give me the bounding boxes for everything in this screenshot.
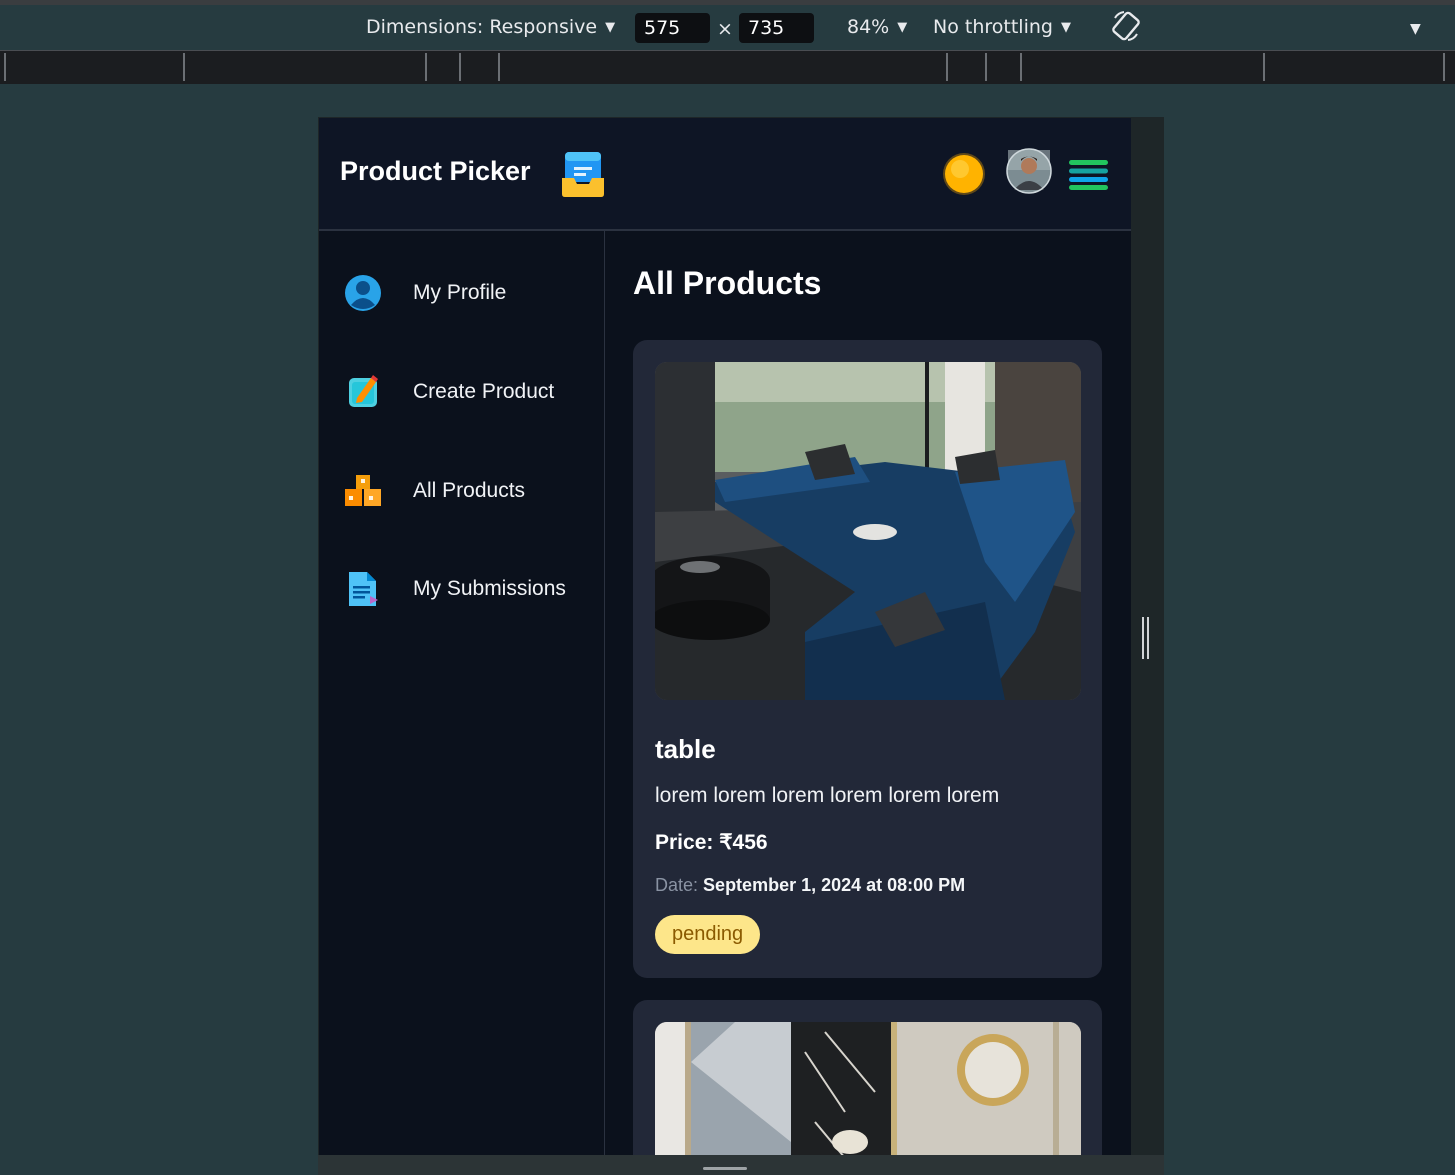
product-card[interactable] <box>633 1000 1102 1156</box>
boxes-icon <box>343 471 383 511</box>
bottom-resize-bar[interactable] <box>318 1155 1164 1175</box>
sidebar-item-create-product[interactable]: Create Product <box>343 368 593 414</box>
sidebar-item-my-submissions[interactable]: My Submissions <box>343 565 593 611</box>
document-icon <box>343 569 383 609</box>
media-query-segment[interactable] <box>1443 53 1445 81</box>
product-image <box>655 362 1081 700</box>
media-query-segment[interactable] <box>459 53 461 81</box>
media-query-segment[interactable] <box>425 53 427 81</box>
sun-icon[interactable] <box>942 152 986 200</box>
inbox-tray-icon <box>561 150 605 202</box>
caret-down-icon: ▼ <box>897 20 908 35</box>
media-query-segment[interactable] <box>4 53 6 81</box>
resize-handle[interactable] <box>1142 617 1149 659</box>
media-query-segment[interactable] <box>1020 53 1022 81</box>
date-value: September 1, 2024 at 08:00 PM <box>703 875 966 895</box>
zoom-label: 84% <box>847 16 890 38</box>
status-badge: pending <box>655 915 761 954</box>
media-query-segment[interactable] <box>946 53 948 81</box>
media-query-segment[interactable] <box>498 53 500 81</box>
height-input[interactable]: 735 <box>739 13 814 43</box>
rotate-icon[interactable] <box>1111 10 1141 47</box>
dimensions-dropdown[interactable]: Dimensions: Responsive ▼ <box>366 16 615 38</box>
throttling-dropdown[interactable]: No throttling ▼ <box>933 16 1071 38</box>
caret-down-icon: ▼ <box>1060 20 1071 35</box>
product-price: Price: ₹456 <box>655 831 768 854</box>
zoom-dropdown[interactable]: 84% ▼ <box>847 16 907 38</box>
media-query-segment[interactable] <box>1263 53 1265 81</box>
product-date: Date: September 1, 2024 at 08:00 PM <box>655 875 965 896</box>
device-frame: Product Picker My Profile Create Product… <box>318 117 1164 1175</box>
devtools-device-toolbar: Dimensions: Responsive ▼ 575 × 735 84% ▼ N… <box>0 5 1455 50</box>
resize-grip[interactable] <box>703 1167 747 1170</box>
page-title: All Products <box>633 265 822 301</box>
navbar: Product Picker <box>319 118 1131 231</box>
product-name: table <box>655 734 716 764</box>
date-label: Date: <box>655 875 699 895</box>
user-avatar[interactable] <box>1006 148 1052 198</box>
user-icon <box>343 273 383 313</box>
memo-pencil-icon <box>343 372 383 412</box>
product-description: lorem lorem lorem lorem lorem lorem <box>655 784 1000 807</box>
sidebar-item-all-products[interactable]: All Products <box>343 467 593 513</box>
times-symbol: × <box>717 18 733 40</box>
sidebar-item-label: All Products <box>413 479 526 502</box>
sidebar-item-label: My Profile <box>413 281 507 304</box>
media-query-segment[interactable] <box>985 53 987 81</box>
media-query-bar[interactable] <box>0 50 1455 84</box>
app-title[interactable]: Product Picker <box>340 156 531 187</box>
dimensions-label: Dimensions: Responsive <box>366 16 598 38</box>
hamburger-menu-icon[interactable] <box>1069 160 1109 194</box>
throttling-label: No throttling <box>933 16 1053 38</box>
page-viewport: Product Picker My Profile Create Product… <box>319 118 1131 1156</box>
sidebar: My Profile Create Product All Products M… <box>319 231 605 1156</box>
media-query-segment[interactable] <box>183 53 185 81</box>
sidebar-item-label: My Submissions <box>413 577 566 600</box>
product-image <box>655 1022 1081 1156</box>
main-content: All Products table lorem lorem lorem lor… <box>605 231 1131 1156</box>
sidebar-item-my-profile[interactable]: My Profile <box>343 269 593 315</box>
product-card[interactable]: table lorem lorem lorem lorem lorem lore… <box>633 340 1102 978</box>
caret-down-icon: ▼ <box>605 20 616 35</box>
width-input[interactable]: 575 <box>635 13 710 43</box>
sidebar-item-label: Create Product <box>413 380 555 403</box>
more-options-icon[interactable]: ▼ <box>1410 21 1421 37</box>
